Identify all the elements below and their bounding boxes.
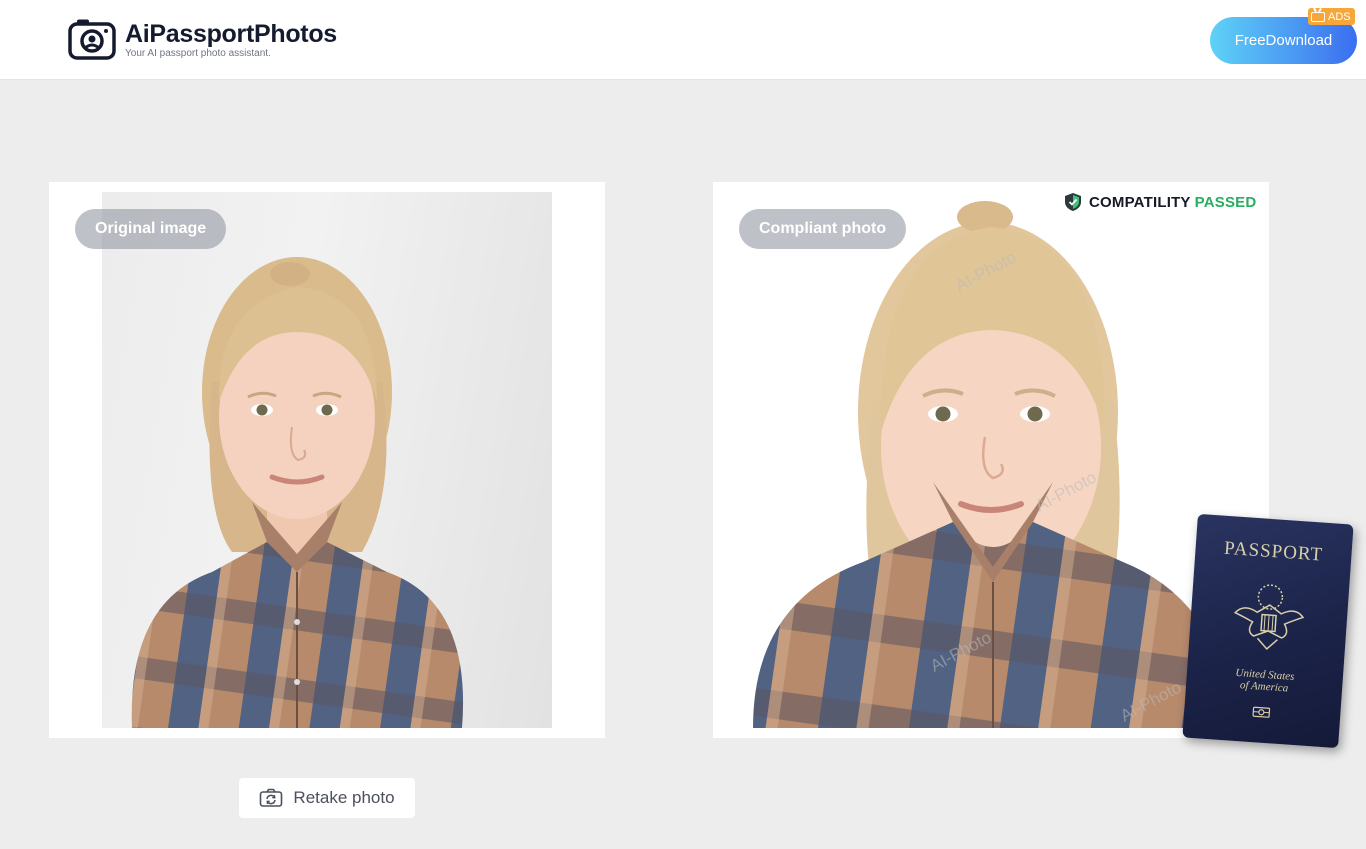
shield-check-icon [1065,193,1081,211]
passport-country: United States of America [1186,663,1343,698]
compliant-photo-label: Compliant photo [739,209,907,249]
compatibility-status: COMPATILITY PASSED [1064,192,1256,212]
compatibility-passed: PASSED [1194,193,1257,211]
retake-photo-button[interactable]: Retake photo [239,778,415,818]
logo[interactable]: AiPassportPhotos Your AI passport photo … [68,18,337,60]
original-photo [102,192,552,728]
passport-illustration: PASSPORT United States of America [1182,513,1354,749]
compatibility-label: COMPATILITY [1089,193,1191,211]
ads-badge: ADS [1308,8,1355,25]
tv-icon [1311,11,1325,22]
camera-logo-icon [68,19,116,60]
ads-label: ADS [1328,10,1351,23]
logo-tagline: Your AI passport photo assistant. [125,47,271,59]
retake-photo-label: Retake photo [293,788,395,807]
top-header: AiPassportPhotos Your AI passport photo … [0,0,1366,80]
biometric-chip-icon [1252,706,1271,718]
original-image-label: Original image [75,209,227,249]
camera-rotate-icon [260,788,283,807]
compliant-photo-panel: AI-Photo AI-Photo AI-Photo AI-Photo Comp… [713,182,1354,749]
eagle-seal-icon [1233,584,1305,651]
original-image-panel: Original image [49,182,605,738]
logo-title: AiPassportPhotos [125,19,337,48]
original-photo-illustration [131,257,464,728]
passport-title: PASSPORT [1223,537,1324,566]
